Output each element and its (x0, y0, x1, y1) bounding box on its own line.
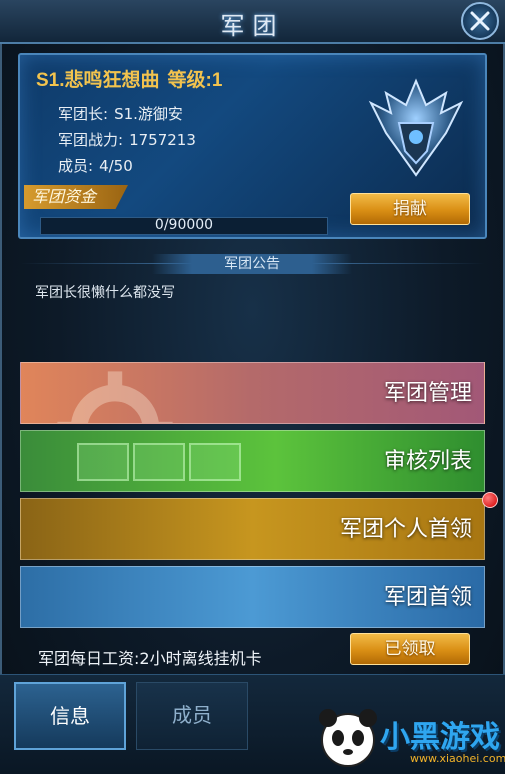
tab-info[interactable]: 信息 (14, 682, 126, 750)
fund-progress-bar: 0/90000 (40, 217, 328, 235)
guild-manage-label: 军团管理 (383, 381, 472, 406)
guild-info-card: S1.悲鸣狂想曲 等级:1 军团长: S1.游御安 军团战力: 1757213 成员:… (18, 53, 487, 239)
id-card-icon (133, 443, 185, 481)
watermark-text: 小黑游戏 (380, 720, 500, 755)
power-label: 军团战力: (58, 131, 124, 149)
members-value: 4/50 (99, 157, 133, 175)
leader-row: 军团长: S1.游御安 (58, 103, 183, 124)
review-list-label: 审核列表 (383, 449, 472, 474)
fund-value: 0/90000 (154, 217, 214, 233)
guild-level: 等级:1 (167, 70, 223, 91)
header-bar: 军团 (0, 0, 505, 44)
id-card-icon (189, 443, 241, 481)
tab-members[interactable]: 成员 (136, 682, 248, 750)
notification-badge (482, 492, 498, 508)
daily-salary-text: 军团每日工资:2小时离线挂机卡 (38, 649, 262, 668)
members-label: 成员: (58, 157, 94, 175)
power-row: 军团战力: 1757213 (58, 129, 196, 150)
fund-label: 军团资金 (24, 185, 128, 209)
gear-icon (57, 371, 173, 423)
leader-label: 军团长: (58, 105, 109, 123)
members-row: 成员: 4/50 (58, 155, 133, 176)
guild-title-line: S1.悲鸣狂想曲 等级:1 (36, 65, 230, 92)
claimed-button[interactable]: 已领取 (350, 633, 470, 665)
review-list-button[interactable]: 审核列表 (20, 430, 485, 492)
close-button[interactable] (461, 2, 499, 40)
power-value: 1757213 (129, 131, 196, 149)
donate-button[interactable]: 捐献 (350, 193, 470, 225)
guild-emblem-icon (368, 78, 464, 177)
personal-leader-button[interactable]: 军团个人首领 (20, 498, 485, 560)
notice-header: 军团公告 (152, 254, 352, 274)
leader-value: S1.游御安 (114, 105, 183, 123)
personal-leader-label: 军团个人首领 (339, 517, 472, 542)
notice-text: 军团长很懒什么都没写 (35, 285, 175, 301)
guild-leader-button[interactable]: 军团首领 (20, 566, 485, 628)
page-title: 军团 (220, 12, 285, 40)
close-icon (470, 11, 490, 31)
id-card-icon (77, 443, 129, 481)
guild-name: S1.悲鸣狂想曲 (36, 70, 160, 91)
watermark-url: www.xiaohei.com (410, 752, 505, 765)
guild-manage-button[interactable]: 军团管理 (20, 362, 485, 424)
guild-leader-label: 军团首领 (383, 585, 472, 610)
